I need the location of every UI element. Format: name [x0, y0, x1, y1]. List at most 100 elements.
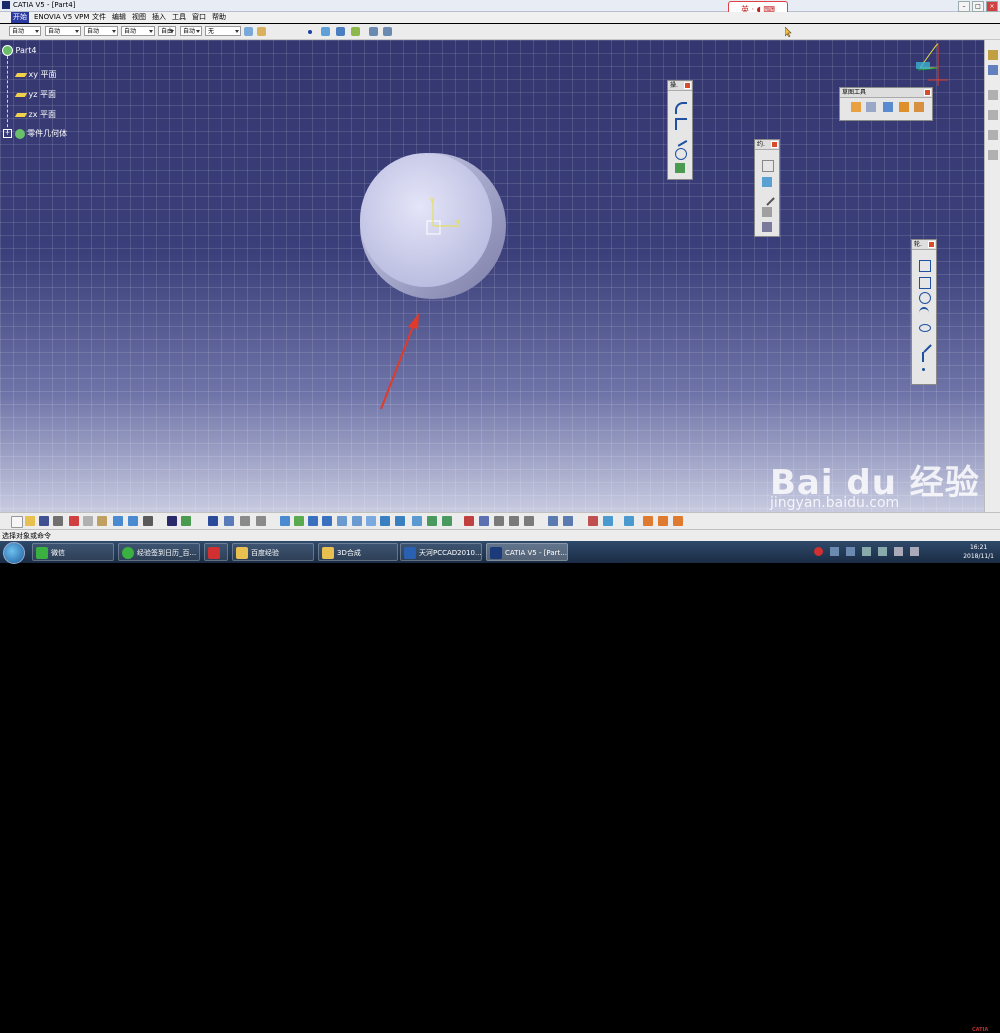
- layer-dropdown[interactable]: 无: [205, 26, 241, 36]
- tray-icon[interactable]: [878, 547, 887, 556]
- ellipse-icon[interactable]: [919, 324, 931, 332]
- tool-icon[interactable]: [988, 110, 998, 120]
- task-app[interactable]: [204, 543, 228, 561]
- network-icon[interactable]: [862, 547, 871, 556]
- task-wechat[interactable]: 微信: [32, 543, 114, 561]
- construction-element-icon[interactable]: [883, 102, 893, 112]
- transparency-dropdown[interactable]: 自动: [45, 26, 81, 36]
- snap-icon[interactable]: [509, 516, 519, 526]
- color-dropdown[interactable]: 自动: [9, 26, 41, 36]
- dimension-toggle-icon[interactable]: [563, 516, 573, 526]
- task-folder-baidu[interactable]: 百度经验: [232, 543, 314, 561]
- fix-together-icon[interactable]: [762, 207, 772, 217]
- output-feature-icon[interactable]: [240, 516, 250, 526]
- render-icon[interactable]: [624, 516, 634, 526]
- sketch-icon[interactable]: [988, 65, 998, 75]
- tool-icon[interactable]: [988, 90, 998, 100]
- geometric-constraints-icon[interactable]: [899, 102, 909, 112]
- close-icon[interactable]: [684, 82, 691, 89]
- redo-icon[interactable]: [128, 516, 138, 526]
- new-file-icon[interactable]: [11, 516, 23, 528]
- sogou-icon[interactable]: [814, 547, 823, 556]
- apply-material-icon[interactable]: [658, 516, 668, 526]
- grid-icon[interactable]: [851, 102, 861, 112]
- close-icon[interactable]: [928, 241, 935, 248]
- surface-icon[interactable]: [336, 27, 345, 36]
- sketch-analysis-icon[interactable]: [603, 516, 613, 526]
- zoom-out-icon[interactable]: [352, 516, 362, 526]
- pan-icon[interactable]: [308, 516, 318, 526]
- menu-insert[interactable]: 插入: [150, 12, 168, 23]
- tray-icon[interactable]: [846, 547, 855, 556]
- render-style-dropdown[interactable]: 自动: [180, 26, 202, 36]
- dimensional-constraints-icon[interactable]: [914, 102, 924, 112]
- exit-workbench-icon[interactable]: [988, 50, 998, 60]
- print-icon[interactable]: [53, 516, 63, 526]
- tool-icon[interactable]: [988, 130, 998, 140]
- menu-help[interactable]: 帮助: [210, 12, 228, 23]
- volume-icon[interactable]: [894, 547, 903, 556]
- measure-icon[interactable]: [479, 516, 489, 526]
- normal-view-icon[interactable]: [366, 516, 376, 526]
- constraint-dialog-icon[interactable]: [762, 160, 774, 172]
- grid-toggle-icon[interactable]: [494, 516, 504, 526]
- undo-icon[interactable]: [113, 516, 123, 526]
- rectangle-icon[interactable]: [919, 277, 931, 289]
- shading-icon[interactable]: [395, 516, 405, 526]
- open-folder-icon[interactable]: [25, 516, 35, 526]
- axis-icon[interactable]: [922, 352, 924, 362]
- menu-enovia[interactable]: ENOVIA V5 VPM: [32, 12, 91, 23]
- maximize-button[interactable]: □: [972, 1, 984, 12]
- tray-icon[interactable]: [910, 547, 919, 556]
- close-icon[interactable]: [771, 141, 778, 148]
- line-type-dropdown[interactable]: 自动: [121, 26, 155, 36]
- task-folder-3d[interactable]: 3D合成: [318, 543, 398, 561]
- zoom-in-icon[interactable]: [337, 516, 347, 526]
- compass-icon[interactable]: [916, 43, 948, 86]
- start-button[interactable]: [3, 542, 25, 564]
- point-icon[interactable]: [308, 30, 312, 34]
- menu-view[interactable]: 视图: [130, 12, 148, 23]
- whats-this-icon[interactable]: [143, 516, 153, 526]
- positioned-sketch-icon[interactable]: [224, 516, 234, 526]
- profile-icon[interactable]: [919, 260, 931, 272]
- menu-file[interactable]: 文件: [90, 12, 108, 23]
- menu-edit[interactable]: 编辑: [110, 12, 128, 23]
- profile-feature-icon[interactable]: [256, 516, 266, 526]
- analysis-icon[interactable]: [464, 516, 474, 526]
- constraint-icon[interactable]: [762, 177, 772, 187]
- task-catia[interactable]: CATIA V5 - [Part...: [486, 543, 568, 561]
- scene-icon[interactable]: [673, 516, 683, 526]
- material-icon[interactable]: [643, 516, 653, 526]
- task-pccad[interactable]: 天河PCCAD2010...: [400, 543, 482, 561]
- close-button[interactable]: ×: [986, 1, 998, 12]
- rotate-icon[interactable]: [322, 516, 332, 526]
- chamfer-icon[interactable]: [675, 118, 687, 130]
- construction-icon[interactable]: [524, 516, 534, 526]
- cut-part-icon[interactable]: [442, 516, 452, 526]
- contact-constraint-icon[interactable]: [759, 190, 775, 206]
- task-browser[interactable]: 经验签到日历_百...: [118, 543, 200, 561]
- format-painter-icon[interactable]: [244, 27, 253, 36]
- formula-icon[interactable]: [167, 516, 177, 526]
- snap-to-point-icon[interactable]: [866, 102, 876, 112]
- line-weight-dropdown[interactable]: 自动: [84, 26, 118, 36]
- solid-icon[interactable]: [351, 27, 360, 36]
- project-3d-icon[interactable]: [675, 163, 685, 173]
- line-icon[interactable]: [916, 337, 932, 353]
- fit-all-icon[interactable]: [294, 516, 304, 526]
- menu-start[interactable]: 开始: [11, 12, 29, 23]
- curve-icon[interactable]: [321, 27, 330, 36]
- paste-icon[interactable]: [97, 516, 107, 526]
- trim-icon[interactable]: [672, 131, 688, 147]
- zoom-area-icon[interactable]: [369, 27, 378, 36]
- graphic-properties-icon[interactable]: [257, 27, 266, 36]
- tray-icon[interactable]: [830, 547, 839, 556]
- fly-mode-icon[interactable]: [280, 516, 290, 526]
- circle-icon[interactable]: [919, 292, 931, 304]
- mirror-icon[interactable]: [675, 148, 687, 160]
- menu-window[interactable]: 窗口: [190, 12, 208, 23]
- spline-icon[interactable]: [919, 307, 929, 319]
- minimize-button[interactable]: –: [958, 1, 970, 12]
- hide-show-icon[interactable]: [412, 516, 422, 526]
